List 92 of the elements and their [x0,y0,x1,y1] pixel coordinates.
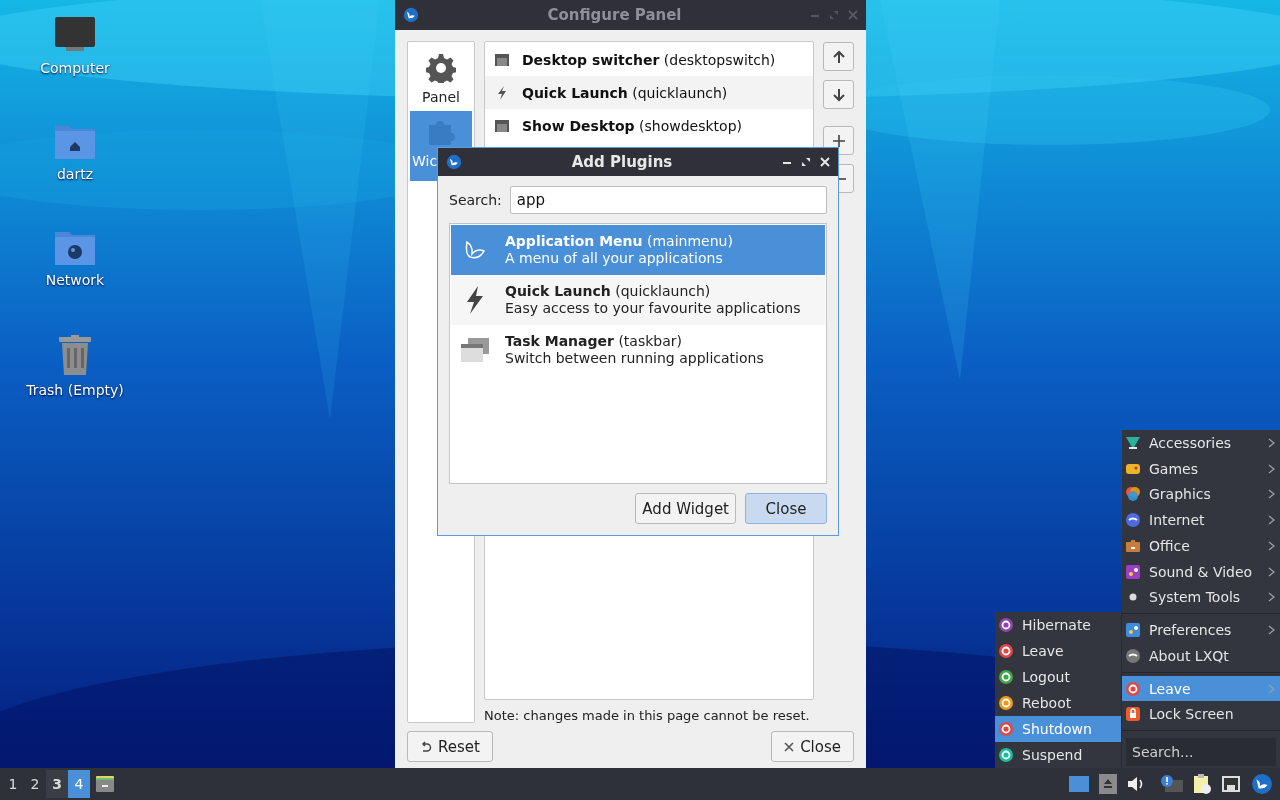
sidebar-item[interactable]: Panel [410,45,472,111]
suspend-icon [998,747,1014,763]
close-icon [784,741,795,752]
menu-item[interactable]: System Tools [1122,584,1280,611]
menu-item[interactable]: About LXQt [1122,643,1280,669]
menu-item[interactable]: Graphics [1122,481,1280,508]
plugin-title: Task Manager (taskbar) [505,333,683,350]
desktop-switch-button[interactable]: 1 [2,770,24,798]
show-desktop-icon[interactable] [95,775,115,793]
plugin-title: Application Menu (mainmenu) [505,233,733,250]
widget-row[interactable]: Show Desktop (showdesktop) [485,109,813,142]
menu-item[interactable]: Office [1122,533,1280,559]
menu-item[interactable]: Sound & Video [1122,558,1280,585]
chevron-icon [1268,540,1275,551]
power-icon [998,721,1014,737]
maximize-icon[interactable] [801,157,811,167]
menu-item[interactable]: Accessories [1122,430,1280,456]
window-icon [494,118,510,133]
close-button[interactable]: Close [771,731,854,762]
add-widget-button[interactable]: Add Widget [635,493,736,524]
hibernate-icon [998,617,1014,633]
chevron-icon [1268,683,1275,694]
menu-item[interactable]: Leave [995,638,1121,664]
plugin-item[interactable]: Task Manager (taskbar) Switch between running applications [451,325,825,375]
search-field[interactable]: Search... [1126,738,1276,766]
plugin-item[interactable]: Quick Launch (quicklaunch) Easy access to your favourite applications [451,275,825,325]
chevron-icon [1268,515,1275,526]
widget-name: Desktop switcher (desktopswitch) [522,51,776,68]
menu-item[interactable]: Hibernate [995,612,1121,638]
move-down-button[interactable] [823,80,854,109]
clipboard-icon[interactable] [1193,774,1211,794]
search-field[interactable]: app [509,186,827,214]
menu-item[interactable]: Reboot [995,690,1121,716]
graphics-icon [1125,486,1141,503]
info-icon [1125,647,1141,664]
menu-item[interactable]: Lock Screen [1122,701,1280,728]
app-logo-icon [446,154,462,170]
volume-icon[interactable] [1127,776,1145,792]
chevron-icon [1268,489,1275,500]
eject-icon[interactable] [1099,774,1117,794]
notification-icon[interactable] [1161,775,1183,793]
menu-item[interactable]: Logout [995,664,1121,690]
note-text: Note: changes made in this page cannot be reset. [484,708,811,723]
window-title: Configure Panel [546,6,683,24]
menu-item[interactable]: Suspend [995,742,1121,768]
plugin-title: Quick Launch (quicklaunch) [505,283,712,300]
move-up-button[interactable] [823,42,854,71]
widget-name: Quick Launch (quicklaunch) [522,84,728,101]
widget-name: Show Desktop (showdesktop) [522,117,742,134]
plus-icon [831,133,846,148]
power-icon [998,643,1014,659]
minus-icon [838,177,846,180]
preferences-icon [1125,622,1141,639]
chevron-icon [1268,625,1275,636]
music-icon [1125,563,1141,580]
widget-row[interactable]: Desktop switcher (desktopswitch) [485,43,813,76]
menu-item[interactable]: Internet [1122,507,1280,533]
main-menu-icon [1251,773,1273,795]
chevron-icon [1268,592,1275,603]
power-icon [1125,680,1141,697]
arrow-down-icon [831,87,846,102]
reset-button[interactable]: Reset [407,731,493,762]
plugin-description: Easy access to your favourite applications [505,300,801,317]
plugin-description: A menu of all your applications [505,250,724,267]
gear-icon [426,53,456,83]
desktop-icon-label[interactable]: Trash (Empty) [26,382,124,398]
desktop-icon-label[interactable]: Network [45,272,105,288]
widget-row[interactable]: Quick Launch (quicklaunch) [485,76,813,109]
window-title: Add Plugins [570,153,674,171]
close-button[interactable]: Close [745,493,827,524]
chevron-icon [1268,566,1275,577]
lock-icon [1125,706,1141,723]
logout-icon [998,669,1014,685]
reboot-icon [998,695,1014,711]
chevron-icon [1268,437,1275,448]
arrow-up-icon [831,49,846,64]
briefcase-icon [1125,537,1141,554]
accessories-icon [1125,434,1141,451]
plugin-description: Switch between running applications [505,350,764,367]
desktop-switch-button[interactable]: 3 [46,770,68,798]
network-icon[interactable] [1221,775,1241,793]
window-icon [494,52,510,67]
search-label: Search: [449,192,502,208]
chevron-icon [1268,463,1275,474]
globe-icon [1125,512,1141,529]
menu-item[interactable]: Preferences [1122,617,1280,643]
menu-item[interactable]: Games [1122,455,1280,482]
desktop-switch-button[interactable]: 2 [24,770,46,798]
undo-icon [420,740,432,753]
app-logo-icon [403,7,419,23]
windows-icon [460,336,490,364]
monitor-icon [54,16,96,54]
